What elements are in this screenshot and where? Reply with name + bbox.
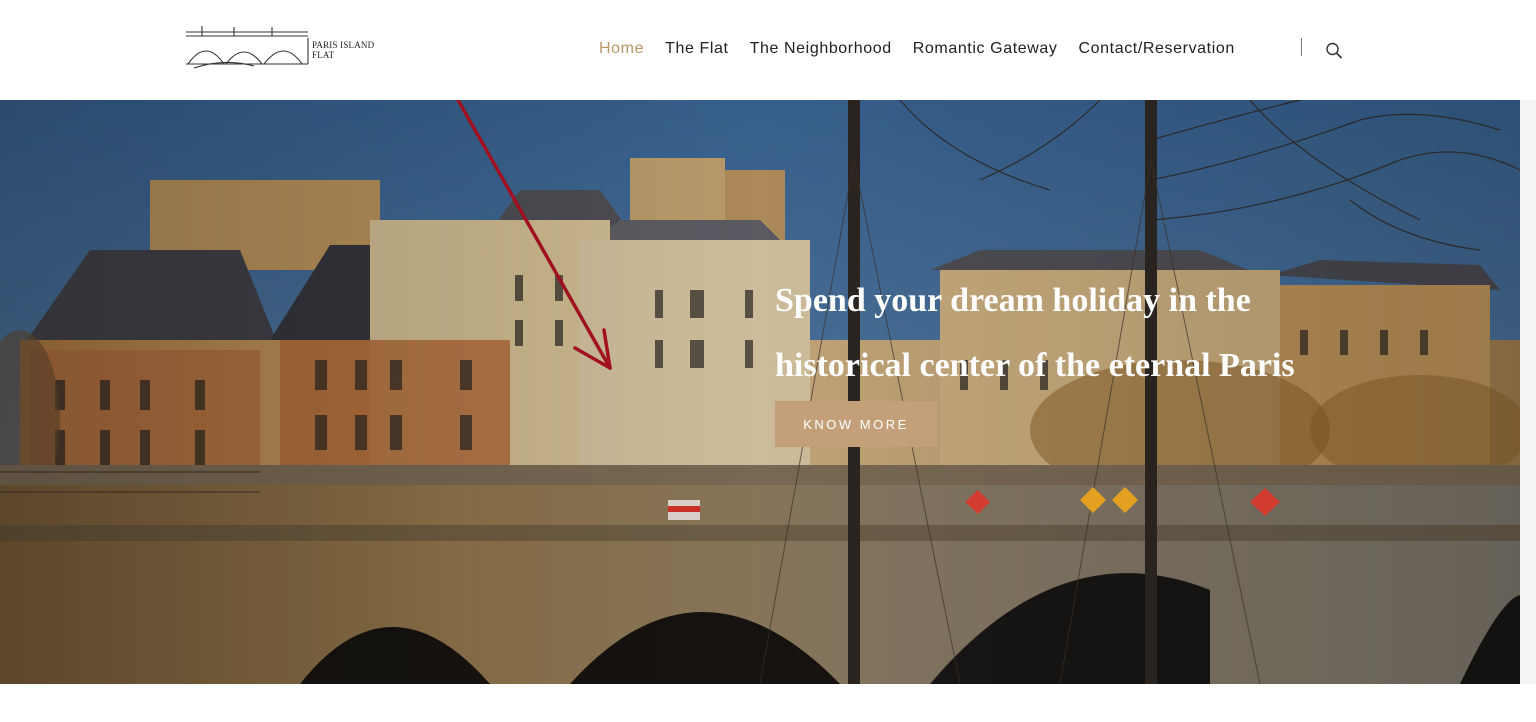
nav-divider — [1301, 38, 1302, 56]
logo-line-2: FLAT — [312, 50, 335, 60]
nav-item-romantic-gateway[interactable]: Romantic Gateway — [913, 40, 1058, 58]
bridge-logo-icon — [186, 26, 309, 69]
nav-item-home[interactable]: Home — [599, 40, 644, 58]
logo-line-1: PARIS ISLAND — [312, 40, 375, 50]
hero-title: Spend your dream holiday in the historic… — [775, 268, 1395, 398]
site-header: PARIS ISLAND FLAT Home The Flat The Neig… — [0, 0, 1536, 100]
hero-title-line-1: Spend your dream holiday in the — [775, 282, 1251, 319]
page-scrollbar[interactable] — [1520, 100, 1536, 684]
nav-item-the-flat[interactable]: The Flat — [665, 40, 729, 58]
hero-title-line-2: historical center of the eternal Paris — [775, 347, 1295, 384]
logo-text: PARIS ISLAND FLAT — [312, 40, 374, 60]
nav-item-contact-reservation[interactable]: Contact/Reservation — [1079, 40, 1235, 58]
site-logo[interactable]: PARIS ISLAND FLAT — [184, 24, 384, 74]
nav-item-the-neighborhood[interactable]: The Neighborhood — [750, 40, 892, 58]
search-icon[interactable] — [1325, 41, 1343, 59]
know-more-button[interactable]: KNOW MORE — [775, 401, 937, 447]
hero-banner: Spend your dream holiday in the historic… — [0, 100, 1520, 684]
main-nav: Home The Flat The Neighborhood Romantic … — [599, 38, 1235, 60]
